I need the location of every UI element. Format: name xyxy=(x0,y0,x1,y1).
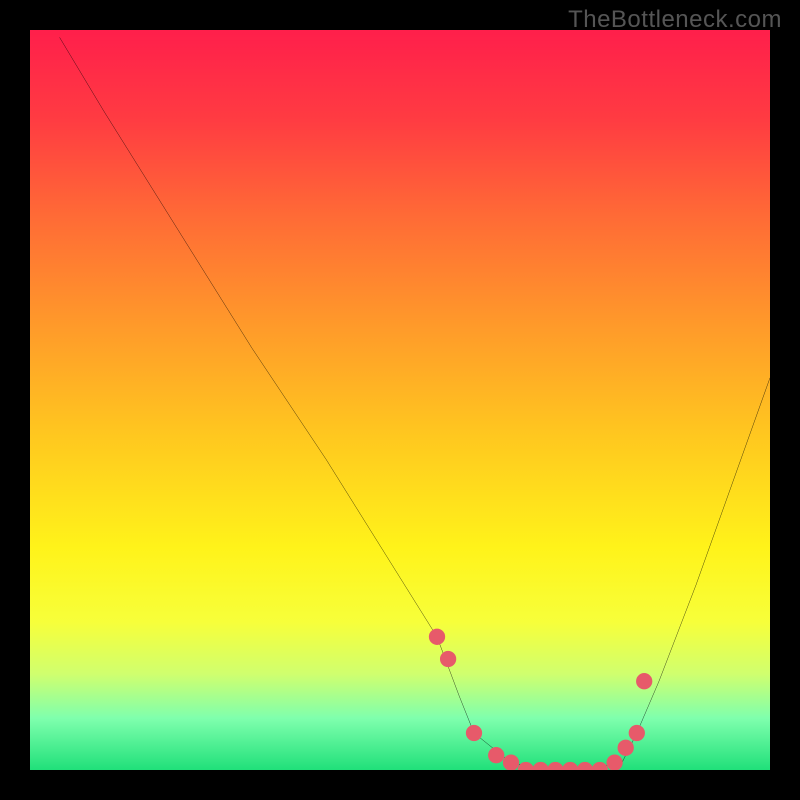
highlight-dot xyxy=(440,651,456,667)
curve-svg xyxy=(30,30,770,770)
watermark-text: TheBottleneck.com xyxy=(568,6,782,34)
highlight-dot xyxy=(577,762,593,770)
highlight-dot xyxy=(547,762,563,770)
plot-area xyxy=(30,30,770,770)
bottleneck-curve xyxy=(60,37,770,770)
highlight-dot xyxy=(629,725,645,741)
highlight-dot xyxy=(636,673,652,689)
highlight-dot xyxy=(562,762,578,770)
highlight-dot xyxy=(503,754,519,770)
highlight-dot xyxy=(429,629,445,645)
highlight-markers xyxy=(429,629,652,770)
highlight-dot xyxy=(488,747,504,763)
highlight-dot xyxy=(466,725,482,741)
chart-container: TheBottleneck.com xyxy=(0,0,800,800)
highlight-dot xyxy=(618,740,634,756)
highlight-dot xyxy=(532,762,548,770)
highlight-dot xyxy=(606,754,622,770)
highlight-dot xyxy=(592,762,608,770)
highlight-dot xyxy=(518,762,534,770)
